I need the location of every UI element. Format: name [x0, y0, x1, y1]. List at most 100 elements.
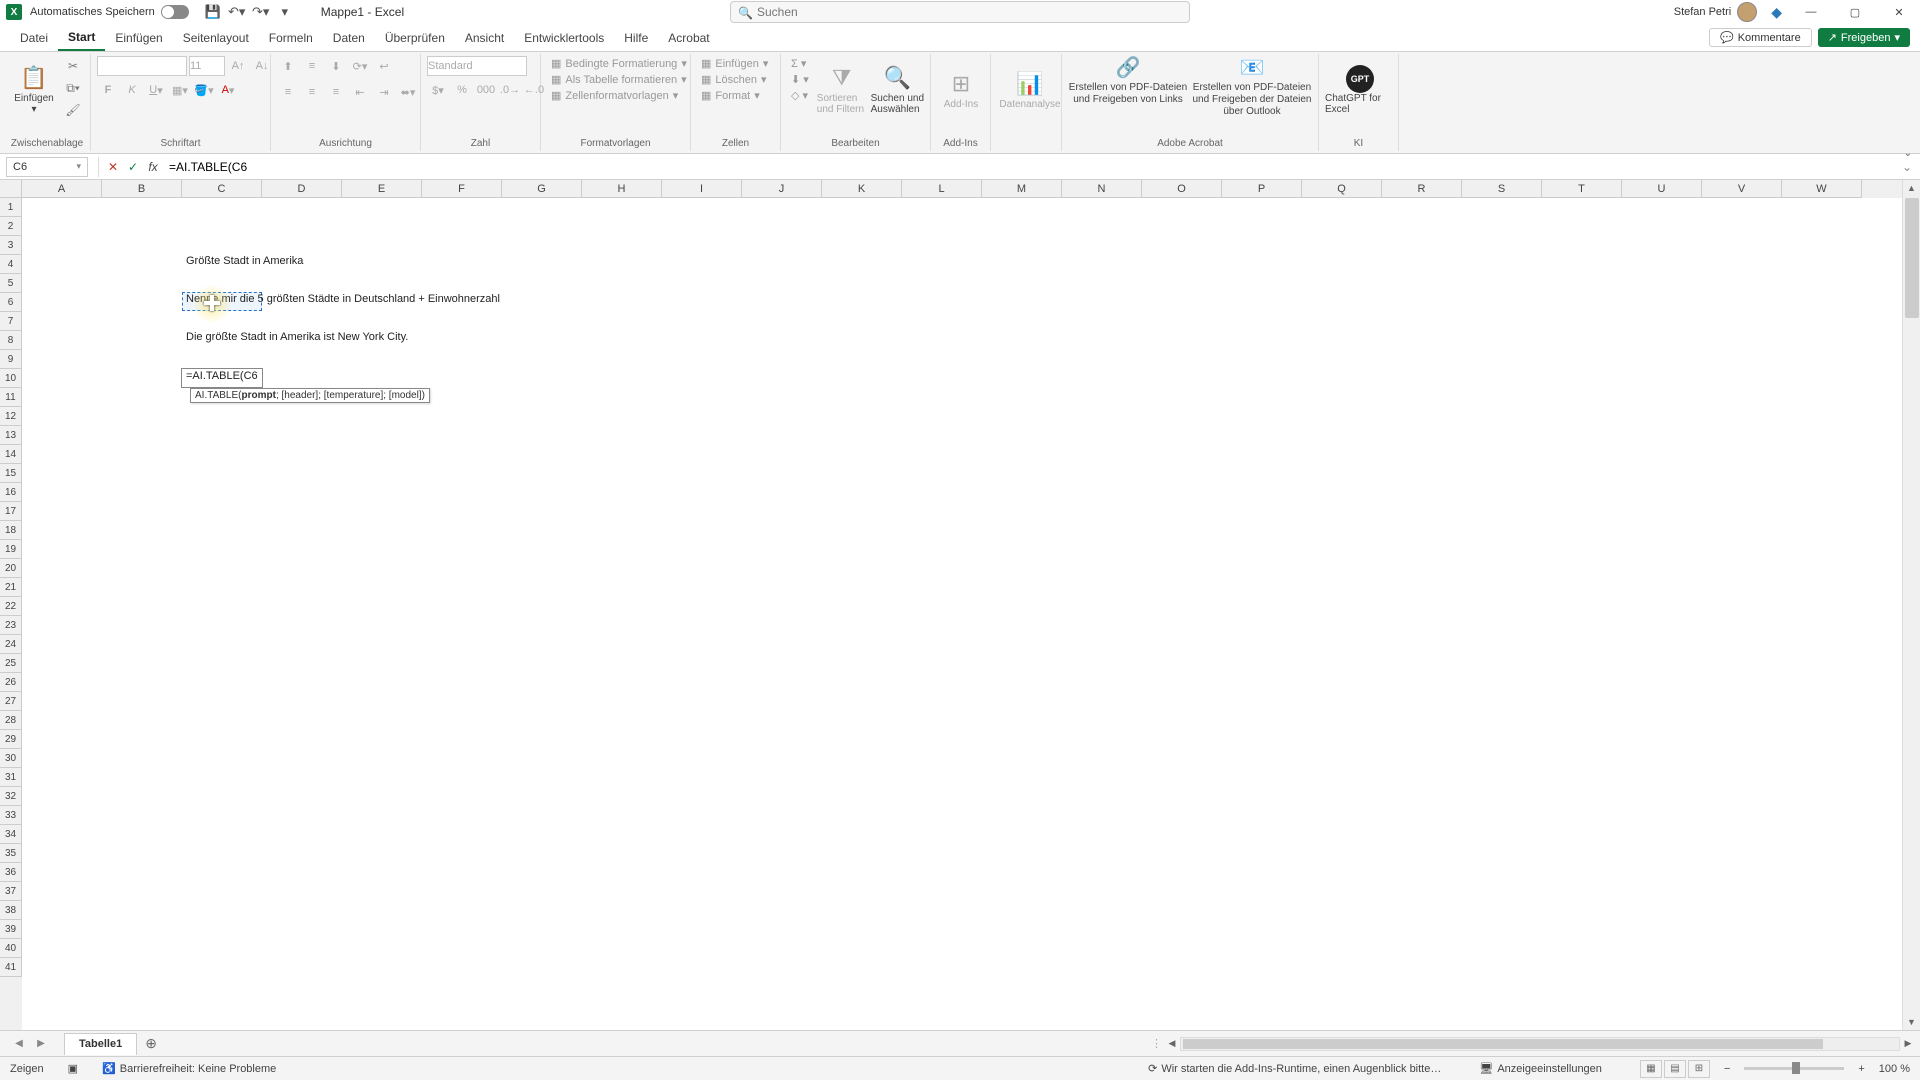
scroll-up-icon[interactable]: ▲: [1903, 180, 1920, 196]
paste-button[interactable]: 📋 Einfügen▾: [10, 56, 58, 124]
share-button[interactable]: ↗ Freigeben ▾: [1818, 28, 1910, 47]
status-accessibility[interactable]: ♿ Barrierefreiheit: Keine Probleme: [102, 1062, 276, 1075]
find-select-button[interactable]: 🔍 Suchen und Auswählen: [871, 56, 924, 124]
column-header-R[interactable]: R: [1382, 180, 1462, 198]
column-header-A[interactable]: A: [22, 180, 102, 198]
row-header-33[interactable]: 33: [0, 806, 22, 825]
row-header-32[interactable]: 32: [0, 787, 22, 806]
column-header-E[interactable]: E: [342, 180, 422, 198]
conditional-formatting-button[interactable]: ▦ Bedingte Formatierung ▾: [547, 56, 684, 71]
column-header-F[interactable]: F: [422, 180, 502, 198]
autosum-icon[interactable]: Σ ▾: [787, 56, 813, 71]
clear-icon[interactable]: ◇ ▾: [787, 88, 813, 103]
row-header-25[interactable]: 25: [0, 654, 22, 673]
column-header-W[interactable]: W: [1782, 180, 1862, 198]
row-header-37[interactable]: 37: [0, 882, 22, 901]
column-header-D[interactable]: D: [262, 180, 342, 198]
tab-ueberpruefen[interactable]: Überprüfen: [375, 24, 455, 51]
zoom-out-icon[interactable]: −: [1724, 1063, 1730, 1075]
column-header-M[interactable]: M: [982, 180, 1062, 198]
row-header-39[interactable]: 39: [0, 920, 22, 939]
vertical-scrollbar[interactable]: ▲ ▼: [1902, 180, 1920, 1030]
tab-ansicht[interactable]: Ansicht: [455, 24, 514, 51]
zoom-level[interactable]: 100 %: [1879, 1063, 1910, 1075]
format-cells-button[interactable]: ▦ Format ▾: [697, 88, 774, 103]
sheet-nav-prev-icon[interactable]: ◀: [10, 1035, 28, 1053]
decrease-indent-icon[interactable]: ⇤: [349, 82, 371, 102]
row-header-26[interactable]: 26: [0, 673, 22, 692]
data-analysis-button[interactable]: 📊 Datenanalyse: [997, 56, 1063, 124]
tab-acrobat[interactable]: Acrobat: [658, 24, 719, 51]
row-header-10[interactable]: 10: [0, 369, 22, 388]
addins-button[interactable]: ⊞ Add-Ins: [937, 56, 985, 124]
user-account[interactable]: Stefan Petri: [1674, 2, 1757, 22]
increase-decimal-icon[interactable]: .0→: [499, 80, 521, 100]
align-bottom-icon[interactable]: ⬇: [325, 56, 347, 76]
row-header-17[interactable]: 17: [0, 502, 22, 521]
hscroll-thumb[interactable]: [1183, 1039, 1823, 1049]
row-header-30[interactable]: 30: [0, 749, 22, 768]
row-header-21[interactable]: 21: [0, 578, 22, 597]
cell-c4[interactable]: Größte Stadt in Amerika: [184, 255, 305, 267]
fill-color-icon[interactable]: 🪣▾: [193, 80, 215, 100]
row-header-38[interactable]: 38: [0, 901, 22, 920]
row-header-12[interactable]: 12: [0, 407, 22, 426]
delete-cells-button[interactable]: ▦ Löschen ▾: [697, 72, 774, 87]
column-header-C[interactable]: C: [182, 180, 262, 198]
column-header-N[interactable]: N: [1062, 180, 1142, 198]
increase-indent-icon[interactable]: ⇥: [373, 82, 395, 102]
increase-font-icon[interactable]: A↑: [227, 56, 249, 76]
column-header-U[interactable]: U: [1622, 180, 1702, 198]
qat-customize-icon[interactable]: ▾: [274, 1, 296, 23]
format-as-table-button[interactable]: ▦ Als Tabelle formatieren ▾: [547, 72, 684, 87]
undo-icon[interactable]: ↶▾: [226, 1, 248, 23]
formula-enter-icon[interactable]: ✓: [123, 157, 143, 177]
row-header-4[interactable]: 4: [0, 255, 22, 274]
font-color-icon[interactable]: A▾: [217, 80, 239, 100]
row-header-23[interactable]: 23: [0, 616, 22, 635]
status-macro-icon[interactable]: ▣: [68, 1062, 78, 1075]
name-box-dropdown-icon[interactable]: ▾: [76, 161, 81, 172]
select-all-corner[interactable]: [0, 180, 22, 198]
search-input[interactable]: [730, 1, 1190, 23]
column-header-O[interactable]: O: [1142, 180, 1222, 198]
comments-button[interactable]: 💬 Kommentare: [1709, 28, 1812, 47]
italic-icon[interactable]: K: [121, 80, 143, 100]
column-header-S[interactable]: S: [1462, 180, 1542, 198]
font-family-select[interactable]: [97, 56, 187, 76]
scroll-left-icon[interactable]: ◀: [1165, 1038, 1179, 1050]
bold-icon[interactable]: F: [97, 80, 119, 100]
align-right-icon[interactable]: ≡: [325, 82, 347, 102]
add-sheet-icon[interactable]: ⊕: [145, 1035, 157, 1052]
row-header-29[interactable]: 29: [0, 730, 22, 749]
view-page-break-icon[interactable]: ⊞: [1688, 1060, 1710, 1078]
row-header-41[interactable]: 41: [0, 958, 22, 977]
column-header-H[interactable]: H: [582, 180, 662, 198]
view-normal-icon[interactable]: ▦: [1640, 1060, 1662, 1078]
decrease-font-icon[interactable]: A↓: [251, 56, 273, 76]
format-painter-icon[interactable]: 🖌: [62, 100, 84, 120]
column-header-Q[interactable]: Q: [1302, 180, 1382, 198]
scroll-thumb[interactable]: [1905, 198, 1919, 318]
row-header-18[interactable]: 18: [0, 521, 22, 540]
row-header-14[interactable]: 14: [0, 445, 22, 464]
font-size-select[interactable]: [189, 56, 225, 76]
row-header-6[interactable]: 6: [0, 293, 22, 312]
number-format-select[interactable]: [427, 56, 527, 76]
tab-start[interactable]: Start: [58, 24, 105, 51]
align-left-icon[interactable]: ≡: [277, 82, 299, 102]
column-header-L[interactable]: L: [902, 180, 982, 198]
row-header-15[interactable]: 15: [0, 464, 22, 483]
sort-filter-button[interactable]: ⧩ Sortieren und Filtern: [817, 56, 867, 124]
save-icon[interactable]: 💾: [202, 1, 224, 23]
column-header-B[interactable]: B: [102, 180, 182, 198]
formula-cancel-icon[interactable]: ✕: [103, 157, 123, 177]
row-header-9[interactable]: 9: [0, 350, 22, 369]
row-header-24[interactable]: 24: [0, 635, 22, 654]
currency-icon[interactable]: $▾: [427, 80, 449, 100]
row-header-8[interactable]: 8: [0, 331, 22, 350]
redo-icon[interactable]: ↷▾: [250, 1, 272, 23]
view-page-layout-icon[interactable]: ▤: [1664, 1060, 1686, 1078]
row-header-28[interactable]: 28: [0, 711, 22, 730]
orientation-icon[interactable]: ⟳▾: [349, 56, 371, 76]
